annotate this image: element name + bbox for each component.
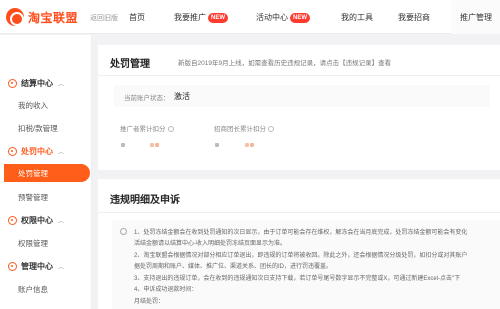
sidebar-item-penalty-mgmt[interactable]: 处罚管理 [4,164,90,182]
nav-label: 活动中心 [256,13,288,22]
metric-label-text: 推广者累计扣分 [120,126,166,133]
help-icon[interactable] [167,126,174,132]
chevron-up-icon: ︿ [58,219,65,225]
penalty-card: 处罚管理 新版自2019年9月上线，如需查看历史违规记录，请点击【违规记录】查看… [98,45,500,170]
sidebar-section-management[interactable]: 管理中心 ︿ [8,261,64,272]
permission-icon [8,216,17,225]
chevron-up-icon: ︿ [58,265,65,271]
management-icon [8,262,17,271]
sidebar-section-settlement[interactable]: 结算中心 ︿ [8,78,64,89]
blurred-value [150,143,154,147]
nav-label: 推广管理 [460,13,492,22]
notice-text: 新版自2019年9月上线，如需查看历史违规记录，请点击【违规记录】查看 [178,60,392,67]
section-title: 管理中心 [21,262,53,271]
help-icon[interactable] [268,126,274,132]
status-label: 当前账户状态： [124,95,170,102]
chevron-up-icon: ︿ [58,82,65,88]
rule-line: 月结处罚： [134,299,165,305]
sidebar-item-income[interactable]: 我的收入 [18,100,48,111]
metric-label-text: 招商团长累计扣分 [214,126,266,133]
status-value: 激活 [174,92,190,101]
sidebar-item-permission-mgmt[interactable]: 权限管理 [18,238,48,249]
section-title: 权限中心 [21,216,53,225]
old-version-link[interactable]: 返回旧版 [90,13,118,23]
sidebar: 结算中心 ︿ 我的收入 扣税/款管理 处罚中心 ︿ 处罚管理 预警管理 权限中心… [0,35,92,309]
divider [98,212,500,213]
blurred-value [250,143,254,147]
brand-logo[interactable]: 淘宝联盟 [6,8,78,26]
section-title: 违规明细及申诉 [110,195,180,206]
rule-line: 2、淘宝联盟会根据情况对部分相应订单退出，即违规的订单将被收回。除此之外，还会根… [134,253,468,259]
rule-line: 4、申诉成功退款时间： [134,287,198,293]
rule-line: 1、处罚冻结金额会在收到处罚通知的次日显示，由于订单可能会存在维权，解冻会在当月… [134,230,468,236]
violations-card: 违规明细及申诉 1、处罚冻结金额会在收到处罚通知的次日显示，由于订单可能会存在维… [98,179,500,309]
settlement-icon [8,79,17,88]
page-title: 处罚管理 [110,59,150,70]
nav-activity[interactable]: 活动中心 NEW [256,12,310,24]
nav-home[interactable]: 首页 [129,12,145,23]
sidebar-section-permission[interactable]: 权限中心 ︿ [8,215,64,226]
rules-notice: 1、处罚冻结金额会在收到处罚通知的次日显示，由于订单可能会存在维权，解冻会在当月… [112,220,500,309]
info-icon [120,228,127,235]
divider [98,75,500,76]
blurred-value [121,143,125,147]
nav-label: 我的工具 [341,13,373,22]
top-navbar: 淘宝联盟 返回旧版 首页 我要推广 NEW 活动中心 NEW 我的工具 我要招商 推… [0,0,500,34]
sidebar-item-tax[interactable]: 扣税/款管理 [18,123,58,134]
section-title: 处罚中心 [21,147,53,156]
sidebar-item-warning[interactable]: 预警管理 [18,192,48,203]
nav-merchant[interactable]: 我要招商 [398,12,430,23]
sidebar-section-penalty[interactable]: 处罚中心 ︿ [8,146,64,157]
account-status-row: 当前账户状态： 激活 [114,85,490,107]
blurred-value [215,143,219,147]
section-title: 结算中心 [21,79,53,88]
new-badge: NEW [208,13,228,23]
nav-label: 我要推广 [174,13,206,22]
penalty-icon [8,147,17,156]
taobao-logo-icon [6,8,24,26]
new-badge: NEW [290,13,310,23]
brand-name: 淘宝联盟 [28,10,79,25]
rule-line: 活结金额请以结算中心-收入明细处罚冻结页面显示为准。 [134,241,286,247]
blurred-value [155,143,159,147]
rule-line: 3、支持退出的违规订单，会在收到的违规通知次日支持下载，若订单号尾号数字显示不完… [134,276,461,282]
nav-label: 首页 [129,13,145,22]
nav-tools[interactable]: 我的工具 [341,12,373,23]
nav-promote[interactable]: 我要推广 NEW [174,12,228,24]
merchant-score-label: 招商团长累计扣分 [214,123,274,133]
rule-line: 据处罚周期和账户、媒体、推广位、渠道关系、团长的ID，进行罚违覆盖。 [134,264,333,270]
sidebar-item-label: 处罚管理 [18,169,48,178]
sidebar-item-account-info[interactable]: 账户信息 [18,284,48,295]
chevron-up-icon: ︿ [58,150,65,156]
nav-label: 我要招商 [398,13,430,22]
promoter-score-label: 推广者累计扣分 [120,123,174,133]
blurred-value [245,143,249,147]
nav-promotion-mgmt[interactable]: 推广管理 [451,0,500,34]
